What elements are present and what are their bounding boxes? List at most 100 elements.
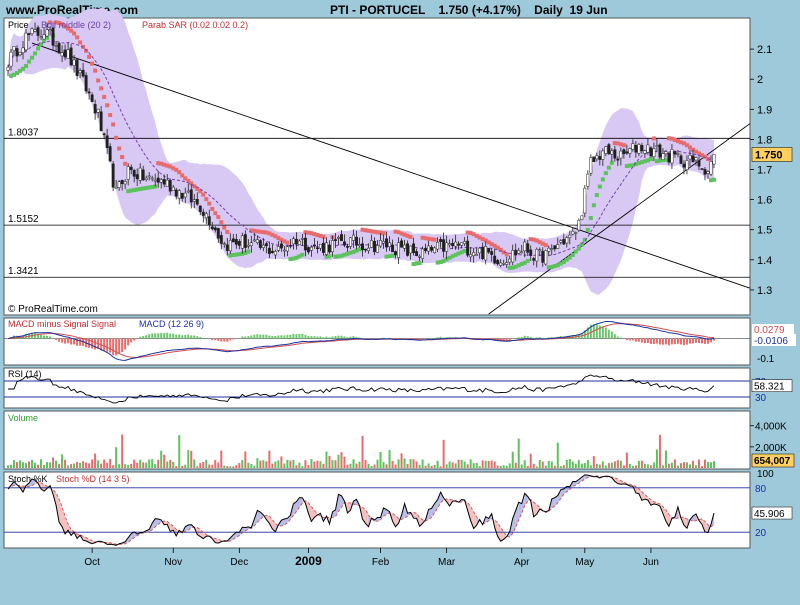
- volume-bar: [112, 465, 115, 468]
- volume-bar: [595, 463, 598, 468]
- volume-bar: [46, 462, 49, 468]
- volume-bar: [214, 460, 217, 468]
- macd-hist-bar: [46, 335, 49, 339]
- macd-hist-bar: [676, 338, 679, 344]
- candle-body: [457, 243, 461, 246]
- volume-bar: [340, 452, 343, 468]
- volume-bar: [136, 462, 139, 468]
- macd-hist-bar: [298, 333, 301, 339]
- sar-dot: [576, 246, 581, 251]
- volume-bar: [670, 462, 673, 468]
- candle-body: [246, 244, 250, 247]
- candle: [577, 218, 581, 233]
- volume-bar: [493, 461, 496, 468]
- candle-body: [691, 155, 695, 163]
- macd-hist-bar: [643, 338, 646, 344]
- candle-body: [261, 244, 265, 248]
- macd-hist-bar: [307, 335, 310, 339]
- candle-body: [346, 246, 349, 248]
- sar-dot: [111, 122, 116, 127]
- macd-hist-bar: [265, 334, 268, 339]
- macd-hist-bar: [514, 338, 517, 339]
- volume-bar: [67, 465, 70, 468]
- volume-bar: [253, 465, 256, 468]
- volume-bar: [190, 450, 193, 468]
- hline-label-0: 1.8037: [8, 127, 39, 138]
- price-axis: 1.3 1.4 1.5 1.6 1.7 1.8 1.9 2 2.1: [750, 44, 772, 297]
- candle-body: [664, 151, 668, 155]
- macd-hist-bar: [61, 338, 64, 343]
- candle-body: [207, 216, 211, 226]
- candle-body: [448, 243, 452, 246]
- candle-body: [424, 248, 428, 252]
- volume-bar: [466, 464, 469, 468]
- volume-bar: [484, 460, 487, 468]
- volume-bar: [622, 465, 625, 468]
- candle-body: [156, 177, 160, 183]
- candle-body: [454, 241, 458, 247]
- candle-body: [96, 108, 100, 113]
- candle-body: [210, 226, 214, 230]
- rsi-panel[interactable]: 7030 RSI (14) 58.321: [3, 367, 793, 409]
- volume-bar: [82, 461, 85, 468]
- macd-hist-bar: [322, 337, 325, 339]
- candle-body: [291, 238, 295, 245]
- volume-bar: [331, 460, 334, 468]
- volume-panel[interactable]: 2,000K 4,000K Volume 654,007: [3, 410, 795, 470]
- macd-hist-bar: [193, 335, 196, 339]
- candle-body: [538, 249, 542, 251]
- volume-bar: [334, 460, 337, 468]
- candle-body: [700, 168, 704, 170]
- macd-hist-bar: [139, 336, 142, 339]
- volume-bar: [574, 463, 577, 468]
- volume-bar: [550, 461, 553, 468]
- volume-bar: [607, 463, 610, 468]
- candle-body: [445, 242, 449, 252]
- candle-body: [24, 32, 28, 51]
- volume-bar: [76, 461, 79, 468]
- candle-body: [511, 250, 515, 263]
- candle-body: [421, 248, 425, 259]
- candle-body: [493, 255, 497, 264]
- sar-dot: [300, 252, 305, 257]
- volume-bar: [391, 461, 394, 468]
- macd-hist-bar: [436, 337, 439, 339]
- volume-bar: [277, 460, 280, 468]
- candle-body: [171, 186, 175, 191]
- volume-bar: [280, 456, 283, 468]
- volume-bar: [247, 462, 250, 468]
- macd-hist-bar: [634, 338, 637, 342]
- macd-panel[interactable]: -0.1 MACD minus Signal Signal MACD (12 2…: [3, 317, 796, 366]
- sar-dot: [225, 229, 230, 234]
- volume-bar: [658, 434, 661, 468]
- candle-body: [219, 235, 223, 244]
- rsi-last-label: 58.321: [754, 382, 785, 393]
- candle-body: [45, 29, 49, 37]
- candle-body: [607, 144, 611, 155]
- candle-body: [355, 236, 358, 246]
- price-panel[interactable]: 1.8037 1.5152 1.3421 1.3 1.4 1.5 1.6 1.7 1.8 1.9…: [3, 7, 793, 316]
- volume-bar: [25, 463, 28, 468]
- volume-bar: [133, 459, 136, 468]
- candle-body: [472, 252, 476, 256]
- candle-body: [349, 237, 352, 247]
- volume-bar: [634, 465, 637, 468]
- sar-dot: [327, 254, 332, 259]
- candle-body: [628, 148, 632, 154]
- stoch-panel[interactable]: 80 20 100 Stoch %K Stoch %D (14 3 5) 45.90…: [3, 469, 793, 549]
- candle-body: [655, 145, 659, 147]
- volume-bar: [163, 454, 166, 468]
- volume-bar: [37, 464, 40, 468]
- candle-body: [66, 49, 70, 59]
- candle-body: [204, 213, 208, 219]
- macd-hist-bar: [289, 334, 292, 339]
- volume-bar: [367, 463, 370, 468]
- price-tick-label: 2.1: [757, 44, 772, 56]
- candle-body: [544, 250, 548, 265]
- macd-last-macd: -0.0106: [754, 336, 788, 347]
- macd-hist-bar: [631, 338, 634, 341]
- volume-bar: [487, 461, 490, 468]
- price-tick-label: 1.5: [757, 225, 772, 237]
- candle-body: [228, 240, 232, 252]
- candle-body: [6, 66, 10, 71]
